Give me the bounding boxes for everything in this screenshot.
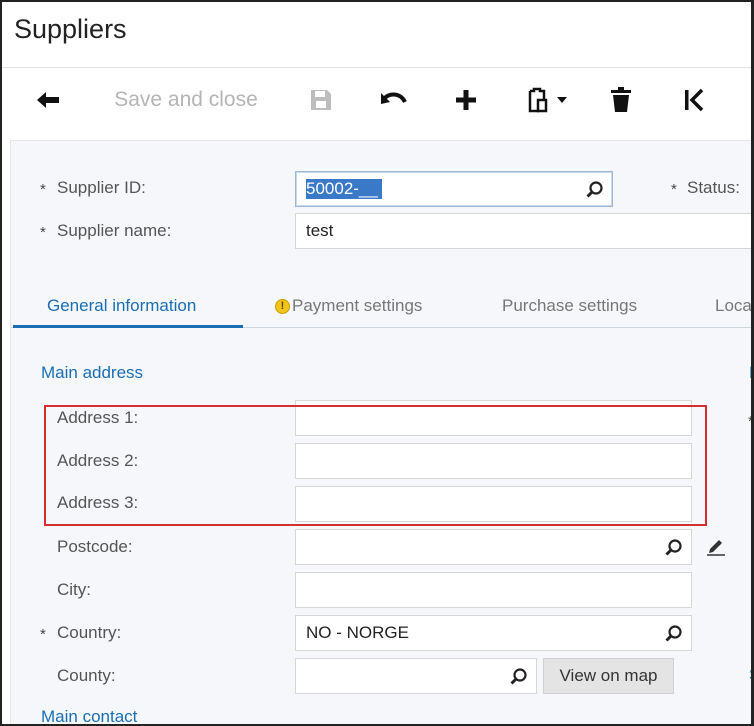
supplier-id-label: Supplier ID: (57, 178, 146, 197)
view-on-map-button[interactable]: View on map (543, 658, 674, 694)
clipped-section-title: F (749, 363, 751, 383)
paste-menu-button[interactable] (524, 86, 570, 114)
clipboard-paste-icon (528, 87, 548, 113)
warning-icon: ! (275, 299, 290, 314)
plus-icon (456, 90, 476, 110)
supplier-name-value: test (306, 221, 334, 240)
first-record-icon (685, 88, 704, 112)
tab-bar: General information ! Payment settings Pu… (11, 288, 751, 328)
city-input[interactable] (295, 572, 692, 608)
tab-purchase-settings[interactable]: Purchase settings (502, 296, 637, 316)
supplier-name-label: Supplier name: (57, 221, 172, 240)
clipped-required-mark: * (748, 413, 754, 430)
supplier-id-input[interactable]: 50002-__ (295, 171, 613, 207)
county-input[interactable] (295, 658, 537, 694)
first-record-button[interactable] (680, 86, 708, 114)
active-tab-indicator (13, 325, 243, 328)
delete-button[interactable] (608, 86, 634, 114)
country-label: Country: (57, 623, 122, 642)
supplier-id-required-mark: * (40, 181, 46, 198)
floppy-disk-icon (311, 90, 331, 110)
arrow-left-icon (37, 92, 59, 108)
search-icon[interactable] (665, 539, 683, 557)
save-button[interactable] (306, 86, 336, 114)
app-window: Suppliers Save and close * Supplier ID: … (0, 0, 754, 726)
main-address-section-title[interactable]: Main address (41, 363, 143, 383)
supplier-name-required-mark: * (40, 224, 46, 241)
postcode-label: Postcode: (57, 537, 133, 556)
toolbar: Save and close (2, 68, 751, 140)
trash-icon (611, 87, 631, 112)
main-contact-section-title[interactable]: Main contact (41, 707, 137, 724)
search-icon[interactable] (665, 625, 683, 643)
country-input[interactable]: NO - NORGE (295, 615, 692, 651)
title-bar: Suppliers (2, 2, 751, 68)
back-button[interactable] (32, 86, 64, 114)
city-label: City: (57, 580, 91, 599)
tab-general-information[interactable]: General information (47, 296, 196, 316)
page-title: Suppliers (14, 14, 127, 44)
pencil-icon[interactable] (706, 538, 726, 556)
search-icon[interactable] (586, 181, 604, 199)
supplier-name-input[interactable]: test (295, 213, 751, 249)
search-icon[interactable] (510, 668, 528, 686)
save-and-close-button[interactable]: Save and close (104, 86, 268, 114)
postcode-input[interactable] (295, 529, 692, 565)
county-label: County: (57, 666, 116, 685)
tab-payment-settings-label: Payment settings (292, 296, 423, 315)
country-value: NO - NORGE (306, 623, 409, 642)
country-required-mark: * (40, 626, 46, 643)
supplier-id-value: 50002-__ (306, 179, 382, 199)
highlight-annotation-box (44, 405, 707, 526)
undo-icon (381, 92, 407, 104)
undo-button[interactable] (378, 86, 410, 114)
tab-payment-settings[interactable]: ! Payment settings (275, 296, 422, 316)
tab-locations[interactable]: Loca (715, 296, 751, 316)
status-label: Status: (687, 178, 740, 197)
add-button[interactable] (452, 86, 480, 114)
clipped-link: S (749, 665, 751, 685)
caret-down-icon (557, 97, 567, 103)
status-required-mark: * (671, 181, 677, 198)
